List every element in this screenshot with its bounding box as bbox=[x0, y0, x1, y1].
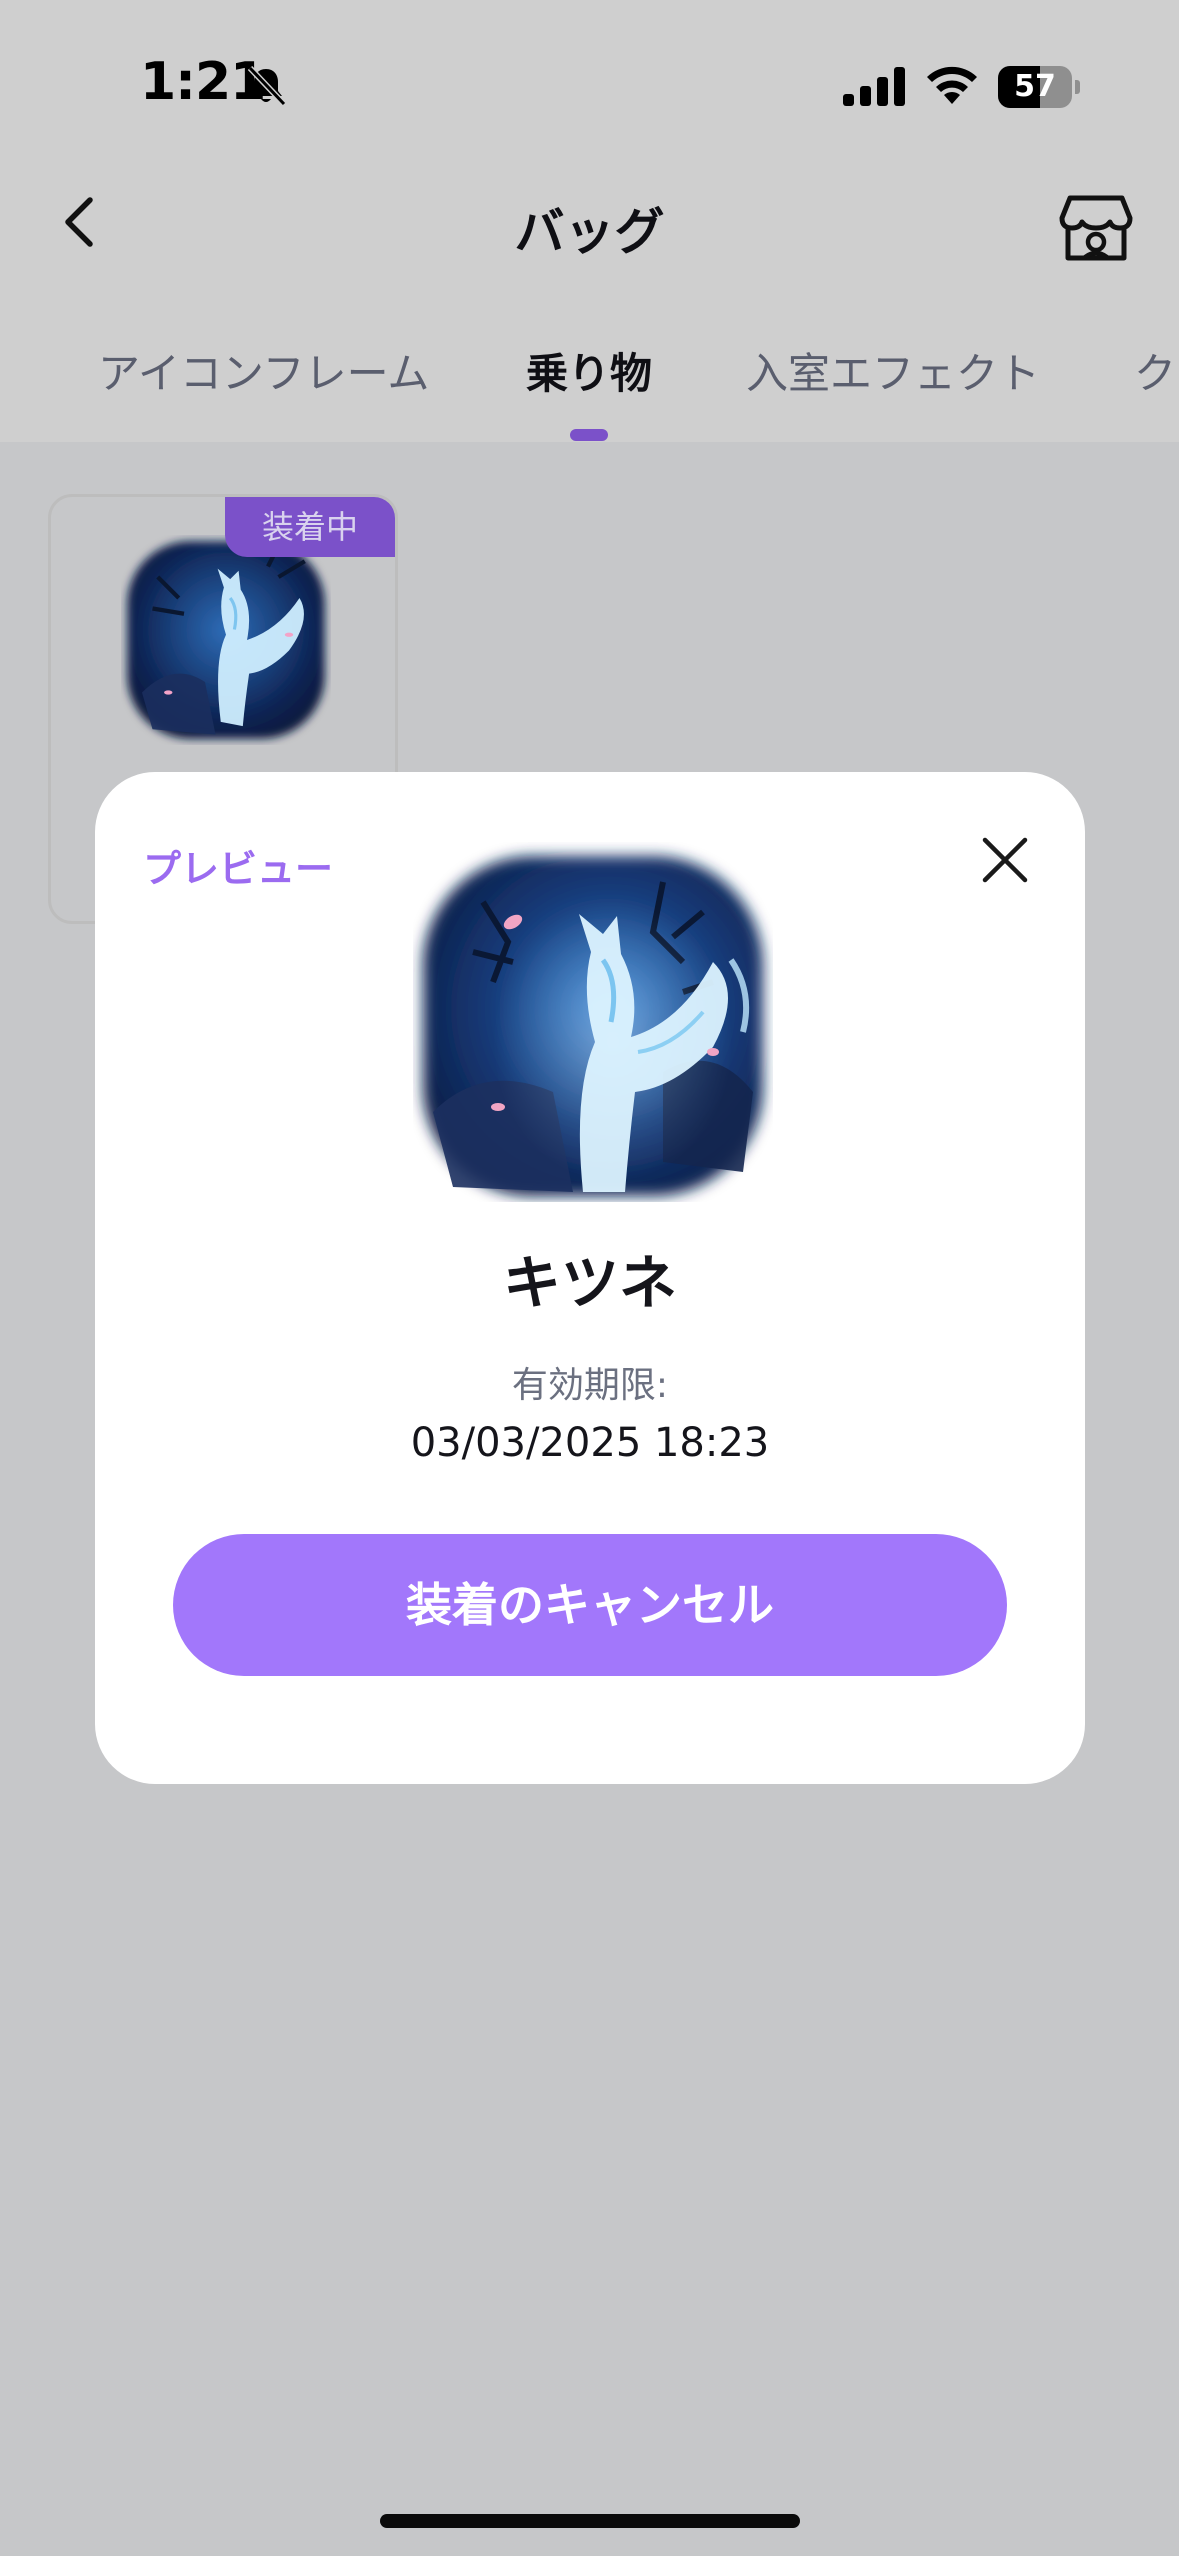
preview-modal: プレビュー キツネ 有効期限: 03/03/2025 18:23 装着のキャンセ… bbox=[95, 772, 1085, 1784]
expiry-date: 03/03/2025 18:23 bbox=[410, 1420, 770, 1466]
fox-spirit-image bbox=[423, 856, 763, 1196]
close-icon[interactable] bbox=[975, 830, 1035, 890]
home-indicator[interactable] bbox=[380, 2514, 800, 2528]
cancel-equip-button[interactable]: 装着のキャンセル bbox=[173, 1534, 1007, 1676]
preview-label: プレビュー bbox=[143, 847, 334, 891]
item-name: キツネ bbox=[502, 1249, 677, 1317]
expiry-label: 有効期限: bbox=[511, 1365, 669, 1406]
